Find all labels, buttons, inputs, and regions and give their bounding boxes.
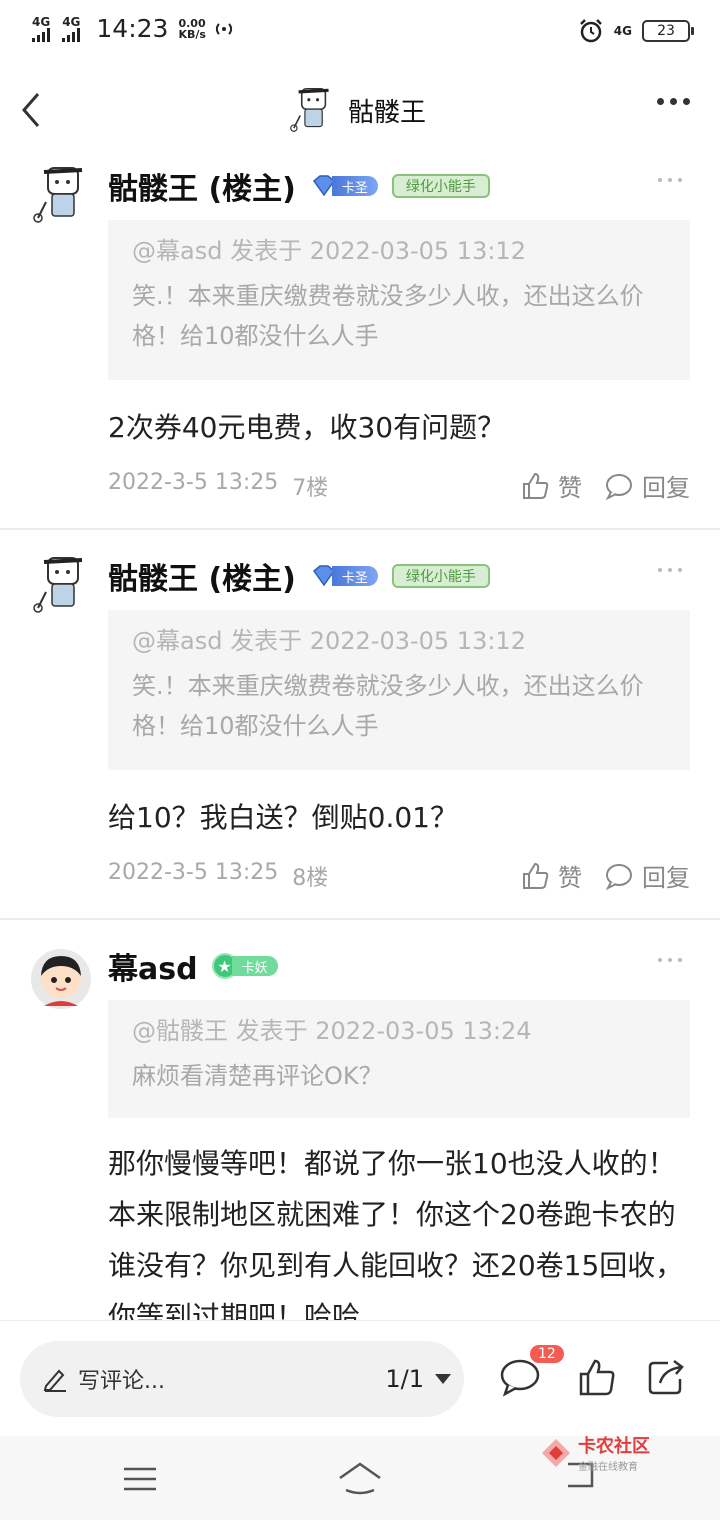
comments-icon[interactable] xyxy=(498,1357,542,1397)
post-content: 给10？我白送？倒贴0.01？ xyxy=(108,801,458,834)
battery-level: 23 xyxy=(657,23,675,39)
signal-label-2: 4G xyxy=(62,14,81,29)
comment-count-badge: 12 xyxy=(530,1345,564,1363)
reply-button[interactable]: 回复 xyxy=(604,858,690,893)
battery-icon: 23 xyxy=(642,20,694,42)
back-icon[interactable] xyxy=(16,88,52,132)
post-content: 2次券40元电费，收30有问题？ xyxy=(108,411,506,444)
quoted-reply[interactable]: @骷髅王 发表于 2022-03-05 13:24 麻烦看清楚再评论OK？ xyxy=(108,1000,690,1118)
home-icon[interactable] xyxy=(336,1458,384,1498)
thumbs-up-icon xyxy=(523,472,549,499)
post-more-icon[interactable] xyxy=(658,958,682,962)
reply-button[interactable]: 回复 xyxy=(604,468,690,503)
quote-text: 麻烦看清楚再评论OK？ xyxy=(132,1062,383,1090)
quoted-reply[interactable]: @幕asd 发表于 2022-03-05 13:12 笑.！本来重庆缴费卷就没多… xyxy=(108,220,690,380)
avatar[interactable] xyxy=(30,948,92,1010)
page-selector[interactable]: 1/1 xyxy=(385,1341,452,1417)
reply-label: 回复 xyxy=(642,864,690,892)
post-time: 2022-3-5 13:25 xyxy=(108,470,279,495)
level-badge: 卡圣 xyxy=(310,175,378,197)
speed-unit: KB/s xyxy=(178,27,206,41)
more-options-icon[interactable] xyxy=(657,98,690,105)
avatar[interactable] xyxy=(30,552,92,618)
header-avatar[interactable] xyxy=(286,84,338,136)
network-type: 4G xyxy=(613,24,632,38)
signal-icon-2: 4G xyxy=(62,16,80,42)
watermark: 卡农社区 金融在线教育 xyxy=(540,1432,650,1473)
post-floor: 8楼 xyxy=(292,866,329,891)
level-badge-label: 卡圣 xyxy=(331,566,378,586)
dropdown-arrow-icon xyxy=(435,1374,451,1384)
thumbs-up-icon xyxy=(523,862,549,889)
post-meta: 2022-3-5 13:25 8楼 xyxy=(108,860,328,892)
avatar[interactable] xyxy=(30,162,92,228)
post-more-icon[interactable] xyxy=(658,568,682,572)
title-badge: 绿化小能手 xyxy=(391,174,490,198)
title-badge: 绿化小能手 xyxy=(391,564,490,588)
post-time: 2022-3-5 13:25 xyxy=(108,860,279,885)
menu-icon[interactable] xyxy=(122,1466,158,1492)
like-label: 赞 xyxy=(558,474,582,502)
hotspot-icon xyxy=(215,22,233,35)
speed-value: 0.00 xyxy=(178,16,206,30)
status-bar: 4G 4G 14:23 0.00 KB/s 4G 23 xyxy=(0,0,720,64)
quote-meta: @骷髅王 发表于 2022-03-05 13:24 xyxy=(132,1017,532,1045)
level-badge-label: 卡妖 xyxy=(231,956,278,976)
signal-label: 4G xyxy=(32,14,51,29)
watermark-logo xyxy=(542,1438,570,1467)
quote-meta: @幕asd 发表于 2022-03-05 13:12 xyxy=(132,627,526,655)
page-indicator: 1/1 xyxy=(385,1365,424,1393)
post-floor-8: 骷髅王 (楼主) 卡圣 绿化小能手 @幕asd 发表于 2022-03-05 1… xyxy=(0,544,720,920)
comment-input[interactable]: 写评论... 1/1 xyxy=(20,1341,464,1417)
like-button[interactable]: 赞 xyxy=(520,468,582,503)
pencil-icon xyxy=(43,1369,66,1392)
share-icon[interactable] xyxy=(644,1357,688,1397)
level-badge: ★ 卡妖 xyxy=(211,953,278,979)
quote-text: 笑.！本来重庆缴费卷就没多少人收，还出这么价格！给10都没什么人手 xyxy=(132,672,644,740)
post-more-icon[interactable] xyxy=(658,178,682,182)
username[interactable]: 骷髅王 (楼主) xyxy=(108,164,296,208)
post-content: 那你慢慢等吧！都说了你一张10也没人收的！本来限制地区就困难了！你这个20卷跑卡… xyxy=(108,1147,684,1320)
comment-placeholder: 写评论... xyxy=(78,1369,165,1394)
post-floor-7: 骷髅王 (楼主) 卡圣 绿化小能手 @幕asd 发表于 2022-03-05 1… xyxy=(0,154,720,530)
reply-label: 回复 xyxy=(642,474,690,502)
like-icon[interactable] xyxy=(576,1357,620,1397)
divider xyxy=(0,918,720,920)
comment-icon xyxy=(605,863,632,890)
username[interactable]: 骷髅王 (楼主) xyxy=(108,554,296,598)
top-header: 骷髅王 xyxy=(0,64,720,154)
post-meta: 2022-3-5 13:25 7楼 xyxy=(108,470,328,502)
like-button[interactable]: 赞 xyxy=(520,858,582,893)
watermark-title: 卡农社区 xyxy=(578,1436,650,1457)
comment-icon xyxy=(605,473,632,500)
watermark-subtitle: 金融在线教育 xyxy=(578,1462,638,1473)
quote-meta: @幕asd 发表于 2022-03-05 13:12 xyxy=(132,237,526,265)
clock: 14:23 xyxy=(96,14,169,43)
like-label: 赞 xyxy=(558,864,582,892)
post-floor: 7楼 xyxy=(292,476,329,501)
divider xyxy=(0,528,720,530)
username[interactable]: 幕asd xyxy=(108,944,198,988)
alarm-icon xyxy=(579,19,602,43)
post-reply: 幕asd ★ 卡妖 @骷髅王 发表于 2022-03-05 13:24 麻烦看清… xyxy=(0,934,720,1320)
level-badge: 卡圣 xyxy=(310,565,378,587)
network-speed: 0.00 KB/s xyxy=(178,18,205,40)
level-badge-label: 卡圣 xyxy=(331,176,378,196)
quoted-reply[interactable]: @幕asd 发表于 2022-03-05 13:12 笑.！本来重庆缴费卷就没多… xyxy=(108,610,690,770)
bottom-action-bar: 写评论... 1/1 12 xyxy=(0,1320,720,1436)
quote-text: 笑.！本来重庆缴费卷就没多少人收，还出这么价格！给10都没什么人手 xyxy=(132,282,644,350)
signal-icon: 4G xyxy=(32,16,50,42)
page-title: 骷髅王 xyxy=(348,97,427,128)
